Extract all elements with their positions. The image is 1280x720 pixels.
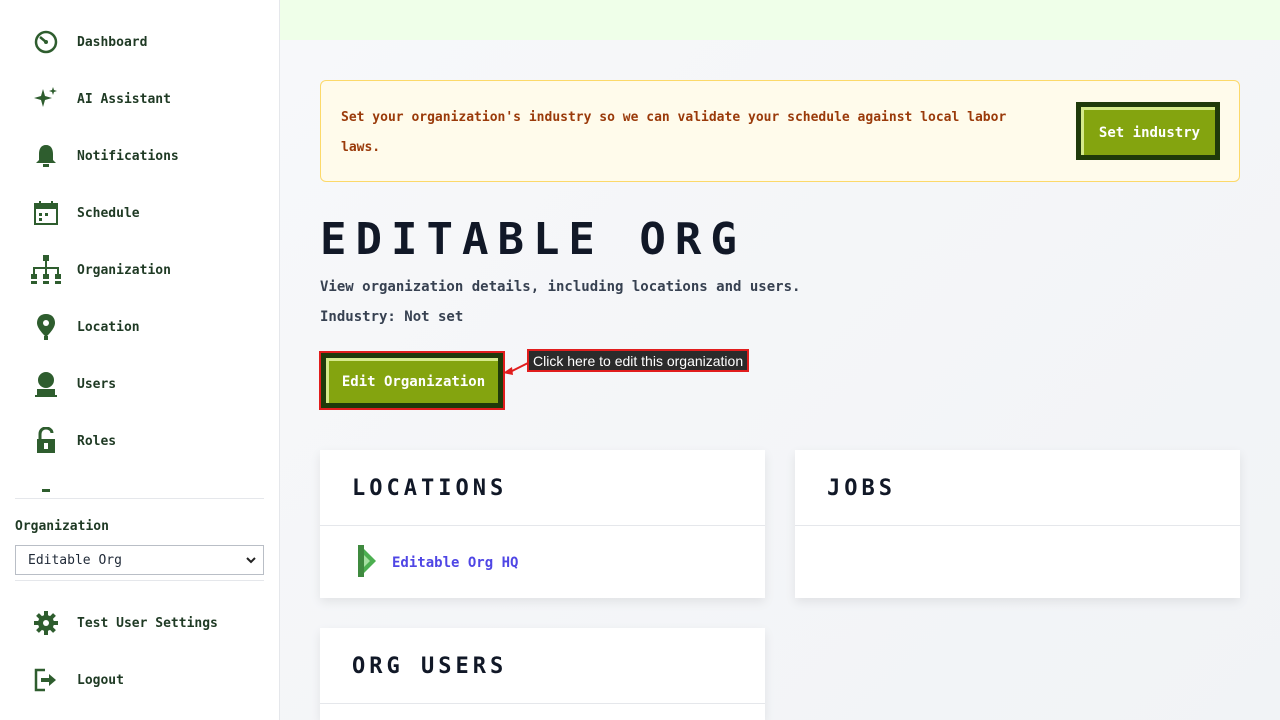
briefcase-icon — [30, 482, 62, 492]
sidebar-item-dashboard[interactable]: Dashboard — [30, 22, 260, 62]
sidebar-nav: Dashboard AI Assistant Notifications Sch… — [0, 0, 279, 492]
sidebar-item-notifications[interactable]: Notifications — [30, 136, 260, 176]
chevron-down-icon — [245, 554, 257, 570]
sidebar-item-label: Organization — [77, 262, 171, 278]
industry-status: Industry: Not set — [320, 309, 464, 325]
location-item[interactable]: Editable Org HQ — [356, 545, 518, 581]
org-users-card-title: ORG USERS — [352, 654, 508, 679]
jobs-card-title: JOBS — [827, 476, 896, 501]
org-select-value: Editable Org — [28, 552, 122, 568]
sidebar-item-label: Roles — [77, 433, 117, 449]
sidebar-item-label: Logout — [77, 672, 124, 688]
sidebar-item-partial[interactable] — [30, 478, 260, 492]
logout-icon — [30, 664, 62, 696]
sidebar-item-ai-assistant[interactable]: AI Assistant — [30, 79, 260, 119]
sidebar-item-label: Users — [77, 376, 117, 392]
sidebar-divider — [15, 498, 264, 499]
sidebar-item-users[interactable]: Users — [30, 364, 260, 404]
sidebar-item-location[interactable]: Location — [30, 307, 260, 347]
sparkle-icon — [30, 83, 62, 115]
locations-card: LOCATIONS Editable Org HQ — [320, 450, 765, 598]
card-divider — [795, 525, 1240, 526]
sidebar-item-roles[interactable]: Roles — [30, 421, 260, 461]
sidebar-item-schedule[interactable]: Schedule — [30, 193, 260, 233]
page-title: EDITABLE ORG — [320, 214, 746, 265]
sidebar: Dashboard AI Assistant Notifications Sch… — [0, 0, 280, 720]
sidebar-item-label: AI Assistant — [77, 91, 171, 107]
user-icon — [30, 368, 62, 400]
sidebar-item-label: Test User Settings — [77, 615, 218, 631]
gear-icon — [30, 607, 62, 639]
page-description: View organization details, including loc… — [320, 279, 801, 295]
set-industry-label: Set industry — [1098, 124, 1201, 141]
location-link[interactable]: Editable Org HQ — [392, 555, 518, 571]
org-select-label: Organization — [15, 519, 109, 534]
org-select[interactable]: Editable Org — [15, 545, 264, 575]
card-divider — [320, 525, 765, 526]
unlock-icon — [30, 425, 62, 457]
sidebar-item-label: Schedule — [77, 205, 140, 221]
sidebar-item-label: Location — [77, 319, 140, 335]
dashboard-icon — [30, 26, 62, 58]
jobs-card: JOBS — [795, 450, 1240, 598]
set-industry-button[interactable]: Set industry — [1076, 102, 1220, 160]
edit-organization-button[interactable]: Edit Organization — [321, 353, 503, 408]
bell-icon — [30, 140, 62, 172]
sidebar-divider — [15, 580, 264, 581]
edit-organization-label: Edit Organization — [341, 374, 486, 390]
banner-text: Set your organization's industry so we c… — [341, 110, 1007, 155]
card-divider — [320, 703, 765, 704]
sidebar-item-label: Dashboard — [77, 34, 148, 50]
location-flag-icon — [356, 545, 378, 581]
calendar-icon — [30, 197, 62, 229]
sidebar-item-settings[interactable]: Test User Settings — [30, 603, 260, 643]
edit-tooltip: Click here to edit this organization — [527, 349, 750, 372]
industry-warning-banner: Set your organization's industry so we c… — [320, 80, 1240, 182]
sidebar-item-organization[interactable]: Organization — [30, 250, 260, 290]
locations-card-title: LOCATIONS — [352, 476, 508, 501]
top-bar — [280, 0, 1280, 40]
org-chart-icon — [30, 254, 62, 286]
location-pin-icon — [30, 311, 62, 343]
sidebar-item-logout[interactable]: Logout — [30, 660, 260, 700]
org-users-card: ORG USERS — [320, 628, 765, 720]
sidebar-item-label: Notifications — [77, 148, 179, 164]
